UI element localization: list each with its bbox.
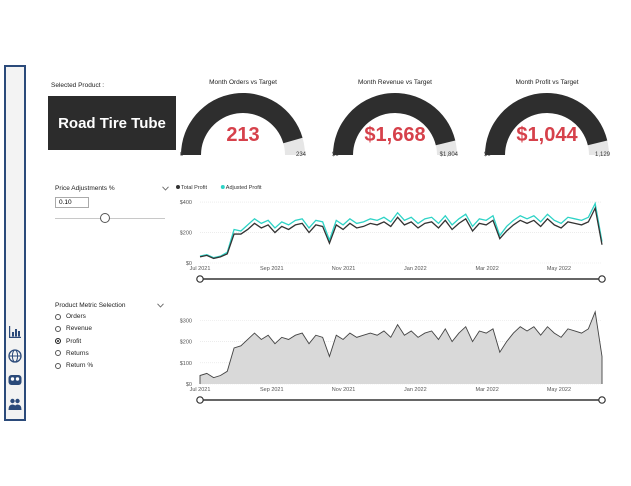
metric-option-revenue[interactable]: Revenue: [55, 325, 92, 332]
y-tick-label: $100: [180, 361, 192, 367]
gauge-min: 0: [180, 152, 184, 158]
gauge-max: $1,804: [439, 152, 458, 158]
price-slider-track[interactable]: [55, 218, 165, 219]
area-fill: [200, 311, 602, 384]
radio-button[interactable]: [55, 313, 61, 320]
radio-label: Orders: [66, 313, 86, 320]
selected-product-card: Road Tire Tube: [48, 96, 176, 150]
range-slider-start-handle[interactable]: [196, 396, 204, 404]
metric-option-profit[interactable]: Profit: [55, 338, 81, 345]
radio-label: Return %: [66, 362, 94, 370]
metric-selection-label: Product Metric Selection: [55, 302, 126, 309]
legend-label: Adjusted Profit: [226, 185, 262, 191]
series-line-adjusted-profit: [199, 201, 603, 259]
radio-button[interactable]: [55, 362, 61, 369]
profit-line-chart: $0$200$400Jul 2021 Sep 2021 Nov 2021 Jan 20…: [176, 185, 606, 283]
y-tick-label: $200: [180, 231, 192, 237]
y-tick-label: $300: [180, 318, 192, 324]
radio-label: Profit: [66, 337, 82, 345]
x-tick-label: Nov 2021: [332, 266, 356, 272]
price-adjustment-input[interactable]: [55, 197, 89, 208]
gauge-title: Month Profit vs Target: [515, 79, 579, 86]
gauge-title: Month Orders vs Target: [209, 79, 277, 86]
metric-option-orders[interactable]: Orders: [55, 313, 86, 320]
gauge-value: $1,668: [364, 124, 426, 146]
price-adjustment-label: Price Adjustments %: [55, 185, 115, 192]
x-tick-label: Jan 2022: [404, 387, 427, 393]
orders-gauge: Month Orders vs Target 213 0 234: [178, 79, 308, 169]
gauge-max: 234: [295, 152, 306, 158]
radio-button[interactable]: [55, 325, 61, 332]
globe-icon[interactable]: [8, 349, 22, 363]
gauge-max: 1,129: [594, 152, 610, 158]
radio-button[interactable]: [55, 338, 61, 345]
gauge-min: $0: [484, 152, 491, 158]
metric-option-return[interactable]: Return %: [55, 362, 93, 369]
x-tick-label: Mar 2022: [476, 387, 499, 393]
selected-product-label: Selected Product :: [51, 82, 105, 89]
range-slider-end-handle[interactable]: [598, 396, 606, 404]
profit-gauge: Month Profit vs Target $1,044 $0 1,129: [482, 79, 612, 169]
gauge-title: Month Revenue vs Target: [358, 79, 432, 86]
legend-label: Total Profit: [181, 185, 207, 191]
y-tick-label: $200: [180, 340, 192, 346]
range-slider-start-handle[interactable]: [196, 275, 204, 283]
gauge-min: $0: [332, 152, 339, 158]
chevron-down-icon[interactable]: [157, 303, 164, 308]
range-slider-end-handle[interactable]: [598, 275, 606, 283]
legend-marker: [176, 185, 180, 189]
x-tick-label: May 2022: [547, 387, 571, 393]
x-tick-label: May 2022: [547, 266, 571, 272]
gauge-value: $1,044: [516, 124, 578, 146]
x-tick-label: Mar 2022: [476, 266, 499, 272]
chevron-down-icon[interactable]: [162, 186, 169, 191]
people-icon[interactable]: [8, 397, 22, 411]
group-icon[interactable]: [8, 373, 22, 387]
price-slider-thumb[interactable]: [99, 213, 110, 223]
y-tick-label: $400: [180, 200, 192, 206]
metric-option-returns[interactable]: Returns: [55, 350, 89, 357]
x-tick-label: Jul 2021: [190, 266, 211, 272]
legend-marker: [220, 185, 225, 189]
revenue-gauge: Month Revenue vs Target $1,668 $0 $1,804: [330, 79, 460, 169]
x-tick-label: Sep 2021: [260, 266, 284, 272]
x-tick-label: Jan 2022: [404, 266, 427, 272]
radio-label: Returns: [66, 349, 89, 357]
bar-chart-icon[interactable]: [8, 325, 22, 339]
x-tick-label: Jul 2021: [190, 387, 211, 393]
radio-label: Revenue: [66, 325, 93, 333]
x-tick-label: Sep 2021: [260, 387, 284, 393]
profit-area-chart: $0$100$200$300Jul 2021 Sep 2021 Nov 2021 Ja…: [180, 310, 606, 404]
radio-button[interactable]: [55, 350, 61, 357]
x-tick-label: Nov 2021: [332, 387, 356, 393]
sidebar-nav: [4, 65, 26, 421]
gauge-value: 213: [226, 124, 260, 146]
